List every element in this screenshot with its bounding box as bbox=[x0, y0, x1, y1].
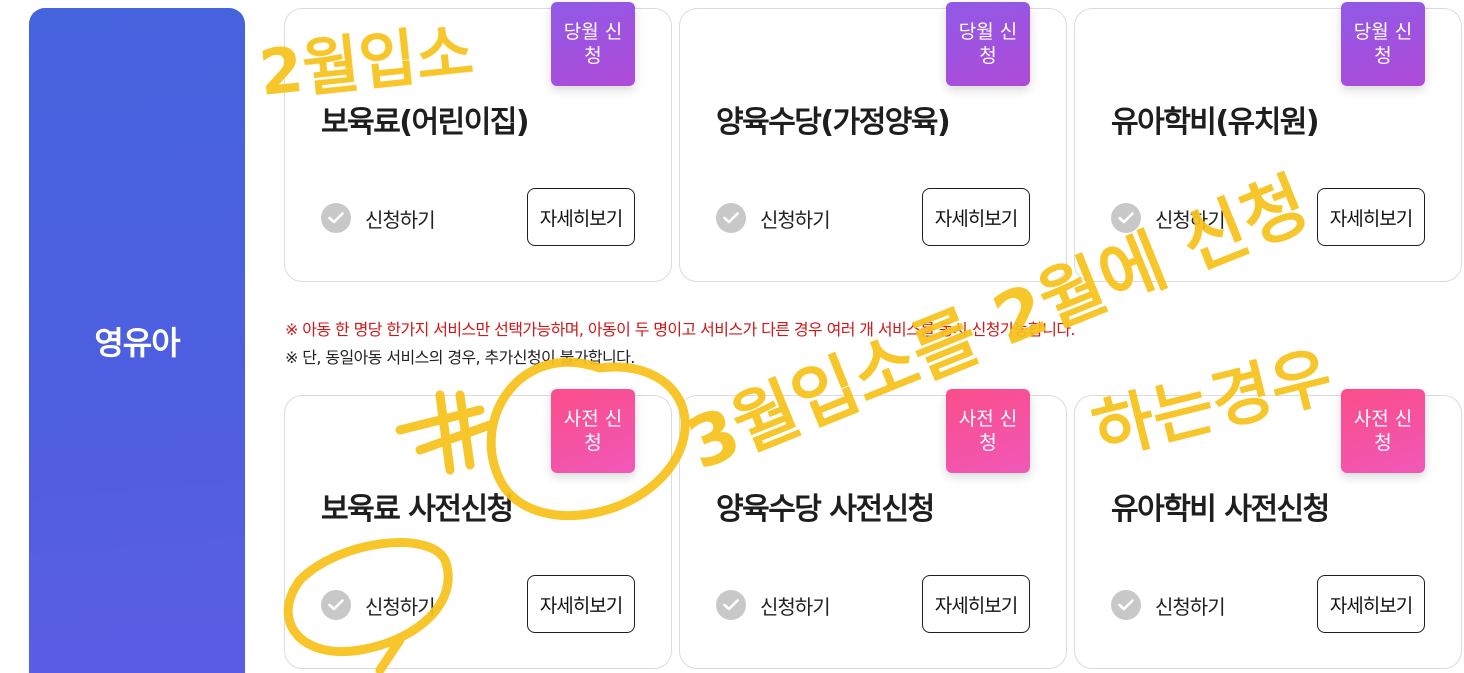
check-icon bbox=[321, 203, 351, 233]
apply-checkbox[interactable]: 신청하기 bbox=[716, 590, 831, 620]
service-card-childcare-pre: 사전 신청 보육료 사전신청 신청하기 자세히보기 bbox=[284, 389, 672, 669]
detail-button[interactable]: 자세히보기 bbox=[1317, 575, 1425, 633]
apply-checkbox[interactable]: 신청하기 bbox=[321, 203, 436, 233]
check-icon bbox=[321, 590, 351, 620]
apply-label: 신청하기 bbox=[760, 207, 831, 232]
category-panel: 영유아 bbox=[29, 8, 245, 673]
service-card-kindergarten-pre: 사전 신청 유아학비 사전신청 신청하기 자세히보기 bbox=[1074, 389, 1462, 669]
detail-button[interactable]: 자세히보기 bbox=[1317, 188, 1425, 246]
card-title: 보육료 사전신청 bbox=[321, 492, 514, 527]
apply-checkbox[interactable]: 신청하기 bbox=[1111, 590, 1226, 620]
notice-service-limit: ※ 아동 한 명당 한가지 서비스만 선택가능하며, 아동이 두 명이고 서비스… bbox=[285, 320, 1076, 339]
detail-button[interactable]: 자세히보기 bbox=[527, 575, 635, 633]
service-card-kindergarten: 당월 신청 유아학비(유치원) 신청하기 자세히보기 bbox=[1074, 2, 1462, 282]
detail-button[interactable]: 자세히보기 bbox=[527, 188, 635, 246]
check-icon bbox=[716, 203, 746, 233]
service-card-home-care-pre: 사전 신청 양육수당 사전신청 신청하기 자세히보기 bbox=[679, 389, 1067, 669]
apply-checkbox[interactable]: 신청하기 bbox=[321, 590, 436, 620]
detail-button[interactable]: 자세히보기 bbox=[922, 188, 1030, 246]
apply-checkbox[interactable]: 신청하기 bbox=[1111, 203, 1226, 233]
badge-pre-application: 사전 신청 bbox=[946, 389, 1030, 473]
card-title: 양육수당(가정양육) bbox=[716, 105, 951, 140]
card-title: 유아학비 사전신청 bbox=[1111, 492, 1330, 527]
apply-label: 신청하기 bbox=[365, 207, 436, 232]
service-card-childcare: 당월 신청 보육료(어린이집) 신청하기 자세히보기 bbox=[284, 2, 672, 282]
category-label: 영유아 bbox=[94, 323, 180, 362]
badge-current-month: 당월 신청 bbox=[1341, 2, 1425, 86]
notice-duplicate: ※ 단, 동일아동 서비스의 경우, 추가신청이 불가합니다. bbox=[285, 348, 635, 367]
card-title: 유아학비(유치원) bbox=[1111, 105, 1320, 140]
apply-label: 신청하기 bbox=[1155, 594, 1226, 619]
card-title: 보육료(어린이집) bbox=[321, 105, 530, 140]
card-title: 양육수당 사전신청 bbox=[716, 492, 935, 527]
service-card-home-care: 당월 신청 양육수당(가정양육) 신청하기 자세히보기 bbox=[679, 2, 1067, 282]
badge-current-month: 당월 신청 bbox=[551, 2, 635, 86]
apply-label: 신청하기 bbox=[365, 594, 436, 619]
apply-checkbox[interactable]: 신청하기 bbox=[716, 203, 831, 233]
detail-button[interactable]: 자세히보기 bbox=[922, 575, 1030, 633]
check-icon bbox=[1111, 203, 1141, 233]
apply-label: 신청하기 bbox=[760, 594, 831, 619]
apply-label: 신청하기 bbox=[1155, 207, 1226, 232]
badge-pre-application: 사전 신청 bbox=[551, 389, 635, 473]
badge-current-month: 당월 신청 bbox=[946, 2, 1030, 86]
check-icon bbox=[716, 590, 746, 620]
check-icon bbox=[1111, 590, 1141, 620]
badge-pre-application: 사전 신청 bbox=[1341, 389, 1425, 473]
